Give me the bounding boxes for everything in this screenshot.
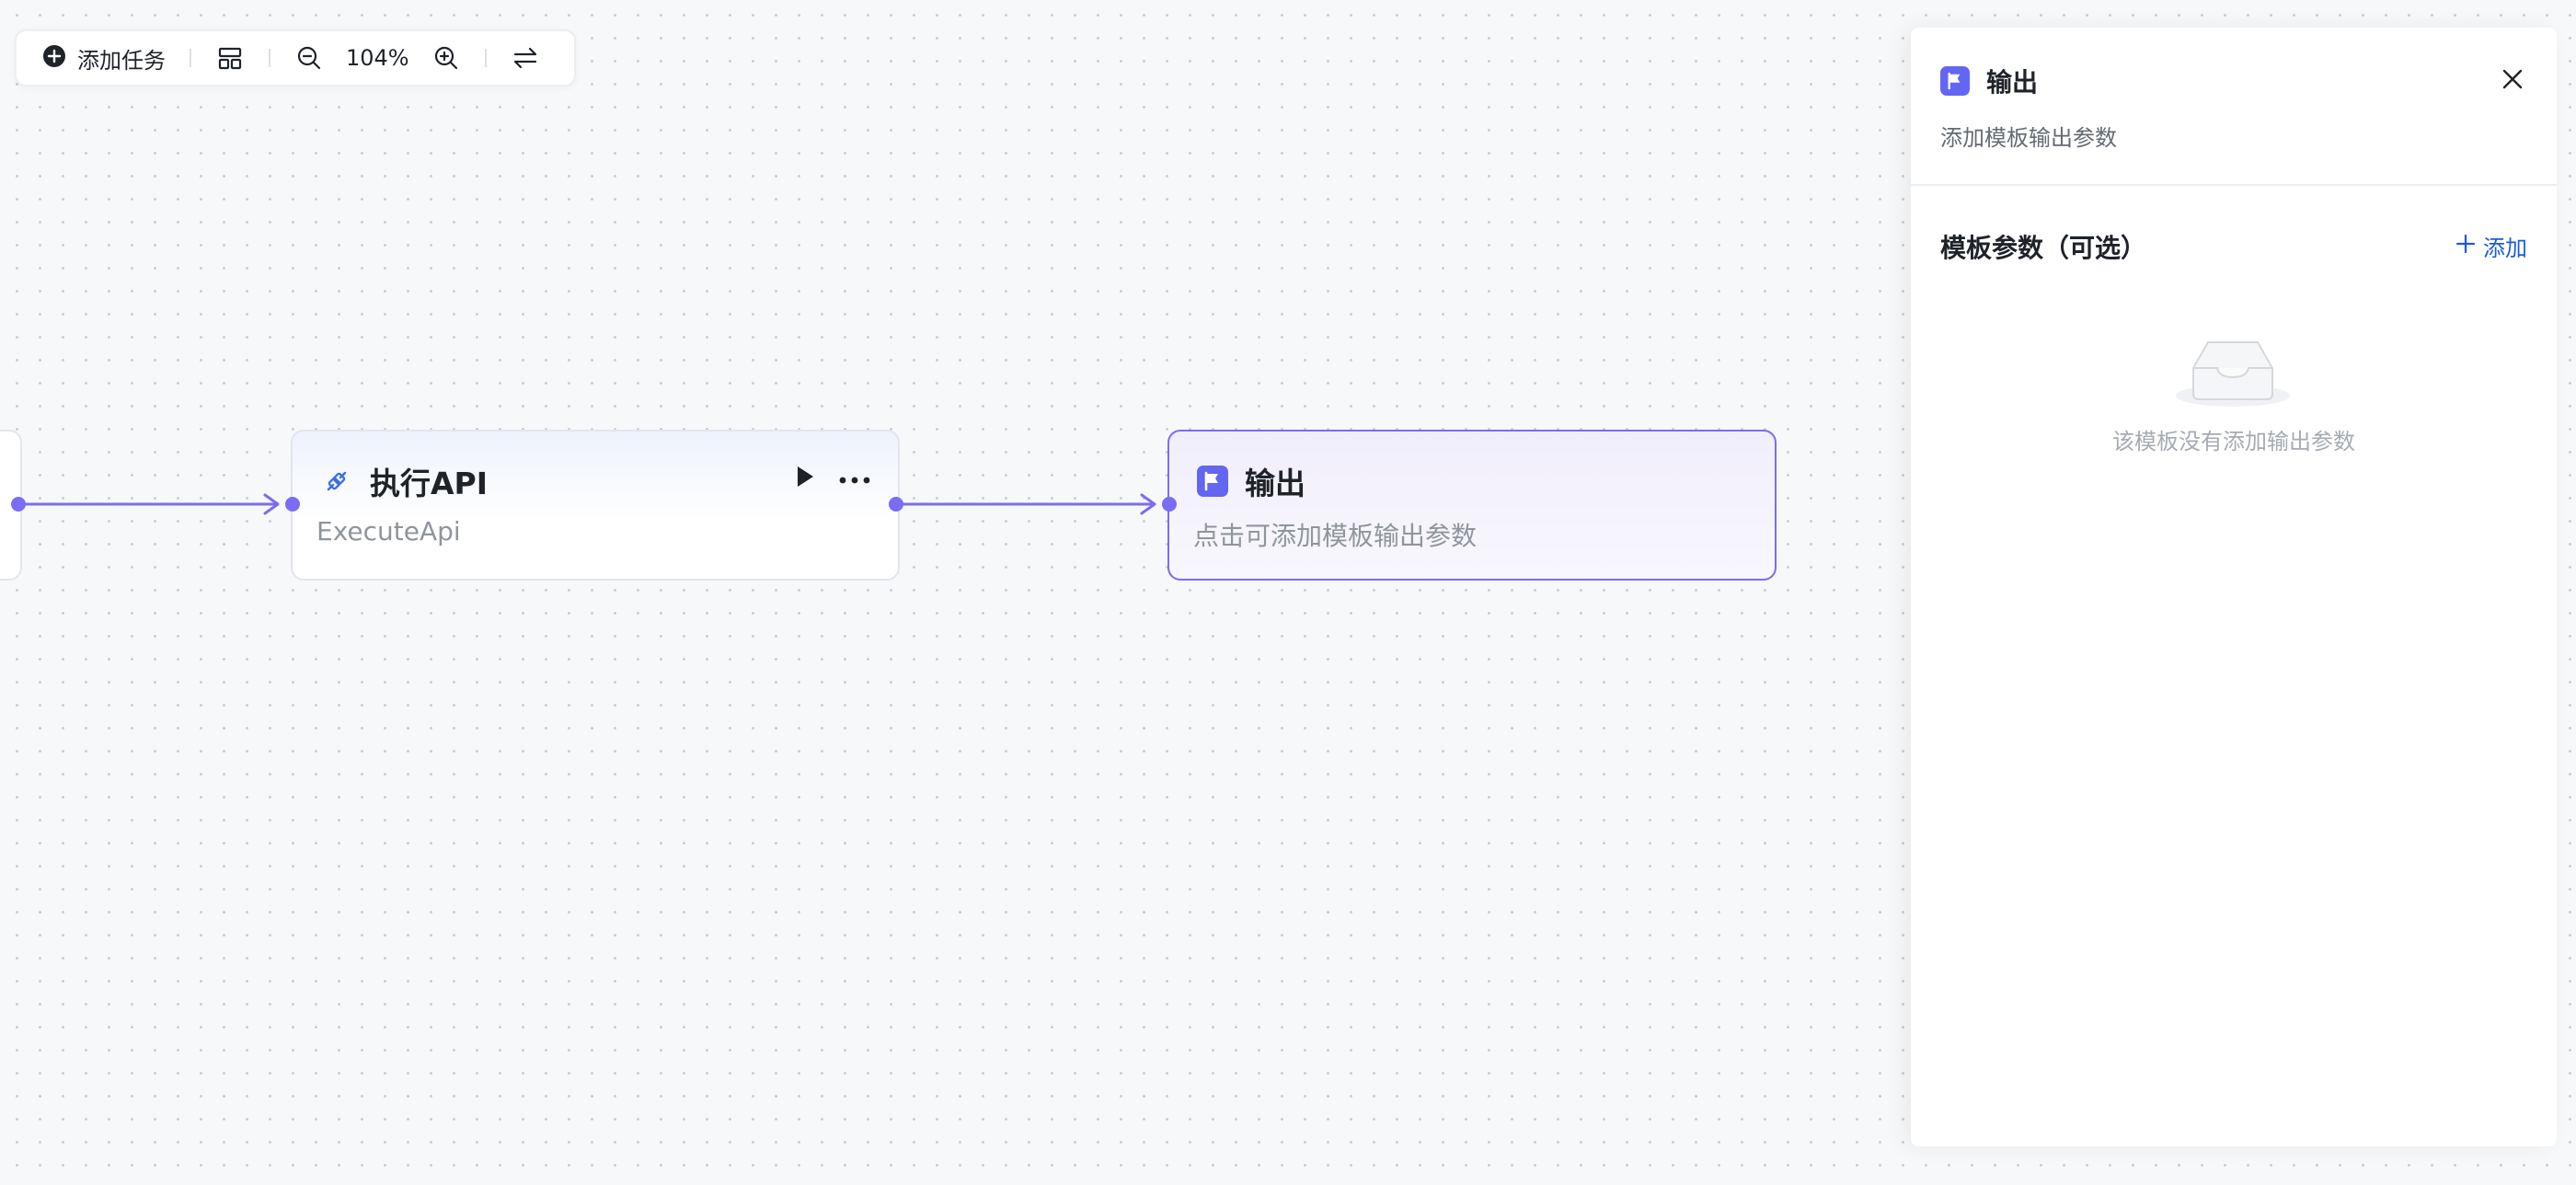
section-title: 模板参数（可选）	[1940, 233, 2147, 263]
add-parameter-label: 添加	[2483, 236, 2527, 261]
empty-inbox-icon	[2173, 328, 2293, 414]
flag-icon	[1940, 66, 1970, 96]
panel-divider	[1911, 184, 2557, 186]
add-parameter-button[interactable]: 添加	[2455, 230, 2527, 262]
panel-title: 输出	[1986, 67, 2039, 98]
output-settings-panel: 输出 添加模板输出参数 模板参数（可选） 添加 该模板没有添加输出参数	[1911, 28, 2557, 1146]
input-handle[interactable]	[285, 497, 300, 512]
close-icon[interactable]	[2498, 64, 2527, 94]
empty-state-text: 该模板没有添加输出参数	[2112, 429, 2355, 454]
input-handle[interactable]	[1162, 497, 1177, 512]
plus-icon	[2455, 234, 2476, 259]
output-handle[interactable]	[11, 497, 26, 512]
output-handle[interactable]	[889, 497, 903, 512]
panel-description: 添加模板输出参数	[1940, 125, 2117, 151]
